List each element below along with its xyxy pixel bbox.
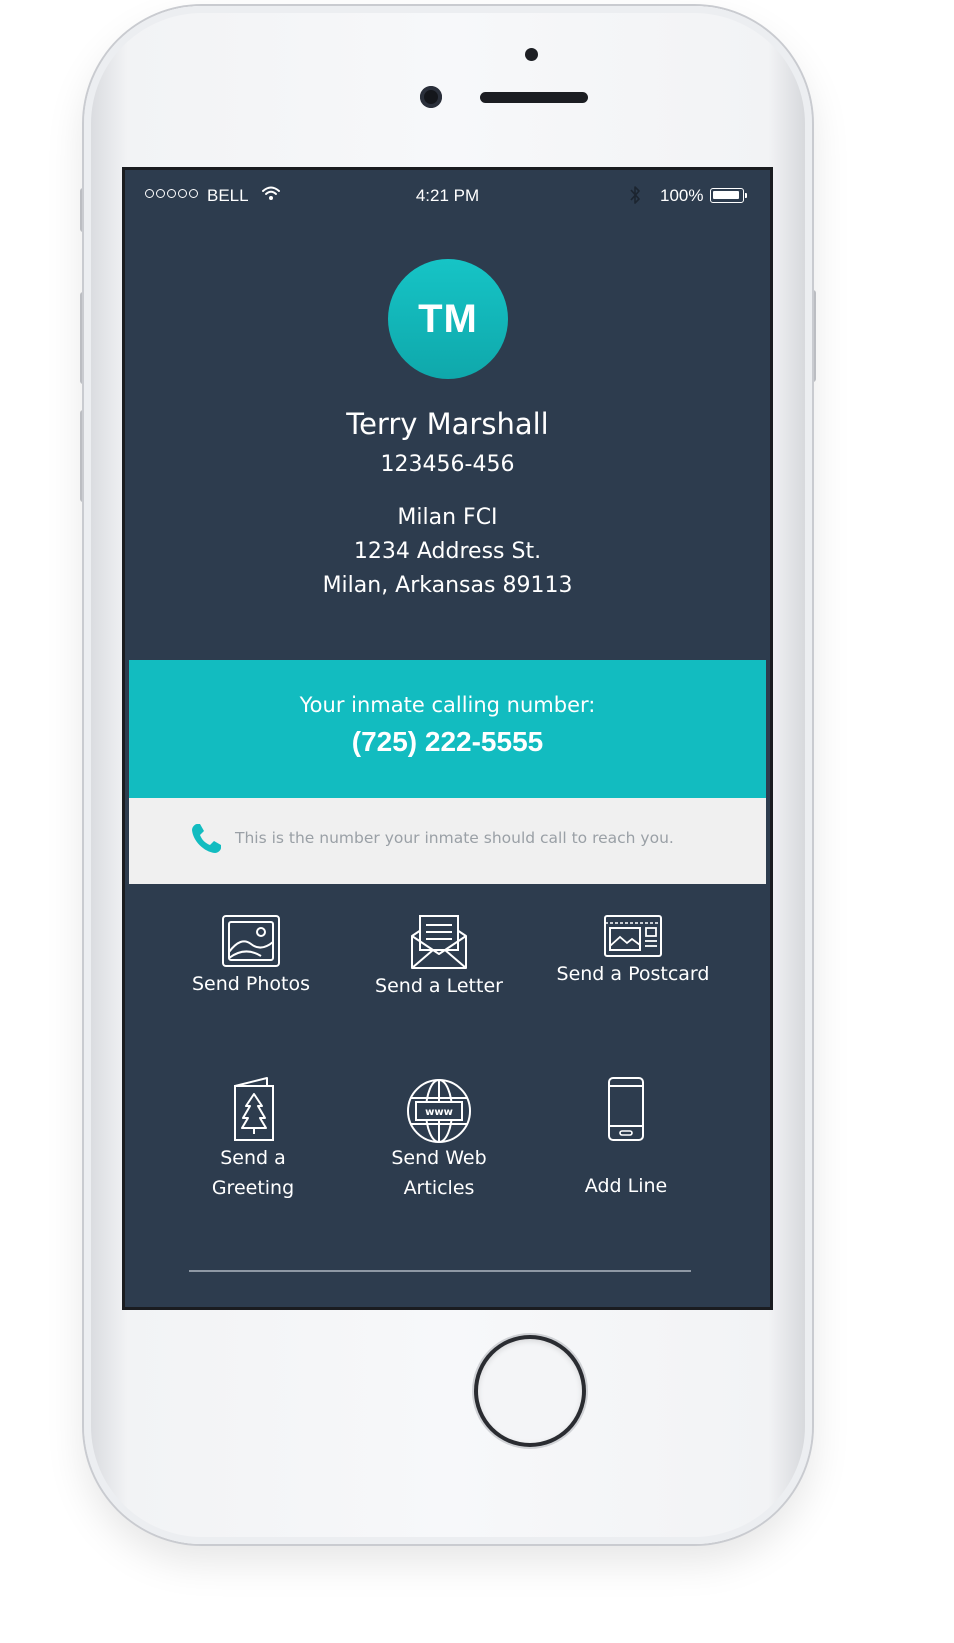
- front-camera: [420, 86, 442, 108]
- send-web-articles-button[interactable]: www Send Web Articles: [339, 1076, 539, 1204]
- home-button[interactable]: [478, 1339, 582, 1443]
- facility-name: Milan FCI: [397, 505, 498, 530]
- send-photos-button[interactable]: Send Photos: [151, 914, 351, 1000]
- mobile-phone-icon: [608, 1077, 644, 1141]
- send-greeting-label-1: Send a: [220, 1147, 286, 1169]
- add-line-button[interactable]: Add Line: [526, 1076, 726, 1202]
- globe-www-icon: www: [407, 1079, 471, 1143]
- divider: [189, 1270, 691, 1272]
- send-letter-label: Send a Letter: [375, 975, 503, 997]
- www-text: www: [425, 1107, 453, 1118]
- inmate-id: 123456-456: [380, 452, 515, 477]
- actions-grid: Send Photos Send a Letter Send a Postcar…: [125, 884, 770, 1284]
- facility-street: 1234 Address St.: [353, 539, 542, 564]
- send-letter-button[interactable]: Send a Letter: [339, 914, 539, 1002]
- letter-envelope-icon: [411, 915, 467, 969]
- send-greeting-button[interactable]: Send a Greeting: [153, 1076, 353, 1204]
- app-screen: BELL 4:21 PM 100% TM Terry Marshall 1234…: [125, 170, 770, 1307]
- send-postcard-label: Send a Postcard: [556, 963, 710, 985]
- send-greeting-label-2: Greeting: [211, 1177, 295, 1199]
- bluetooth-icon: [630, 186, 640, 204]
- greeting-card-icon: [234, 1077, 274, 1141]
- send-web-label-1: Send Web: [391, 1147, 487, 1169]
- avatar-initials: TM: [418, 296, 478, 341]
- calling-number-label: Your inmate calling number:: [299, 693, 596, 717]
- earpiece-speaker: [480, 92, 588, 103]
- calling-note-bar: This is the number your inmate should ca…: [129, 798, 766, 884]
- send-web-label-2: Articles: [403, 1177, 475, 1199]
- stage: BELL 4:21 PM 100% TM Terry Marshall 1234…: [0, 0, 954, 1643]
- send-postcard-button[interactable]: Send a Postcard: [533, 914, 733, 990]
- battery-icon: [710, 188, 747, 203]
- add-line-label: Add Line: [584, 1175, 668, 1197]
- phone-icon: [192, 824, 221, 853]
- photo-icon: [222, 915, 280, 967]
- calling-note: This is the number your inmate should ca…: [235, 829, 674, 847]
- status-bar: BELL 4:21 PM 100%: [125, 170, 770, 222]
- facility-city: Milan, Arkansas 89113: [322, 573, 573, 598]
- calling-number-banner: Your inmate calling number: (725) 222-55…: [129, 660, 766, 798]
- avatar: TM: [388, 259, 508, 379]
- postcard-icon: [604, 915, 662, 957]
- calling-number[interactable]: (725) 222-5555: [129, 726, 766, 758]
- battery-percent: 100%: [660, 186, 704, 205]
- inmate-name: Terry Marshall: [346, 407, 549, 441]
- send-photos-label: Send Photos: [192, 973, 310, 995]
- proximity-sensor: [525, 48, 538, 61]
